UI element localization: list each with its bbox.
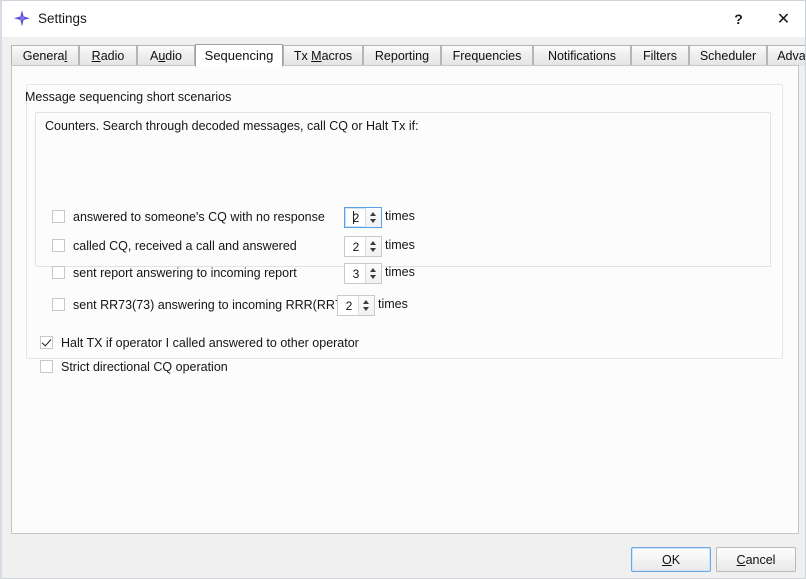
counter-spinbox-1[interactable]: 2 [344, 236, 382, 257]
settings-dialog-window: Settings ? ✕ General Radio Audio Sequencing… [0, 0, 806, 579]
counter-checkbox-1[interactable] [52, 239, 65, 252]
tab-general[interactable]: General [11, 45, 79, 66]
counter-value[interactable]: 2 [338, 296, 360, 315]
sequencing-tab-page: Message sequencing short scenarios Count… [11, 65, 799, 534]
tab-label: Advanced [777, 49, 806, 63]
tab-label: Audio [150, 49, 182, 63]
tab-label: Scheduler [699, 49, 757, 63]
tab-reporting[interactable]: Reporting [363, 45, 441, 66]
counter-spinbox-0[interactable]: 2 [344, 207, 382, 228]
ok-button-label: OK [661, 552, 681, 567]
counter-label: answered to someone's CQ with no respons… [73, 210, 325, 224]
counter-suffix: times [378, 297, 408, 311]
cancel-button-label: Cancel [736, 552, 776, 567]
counter-checkbox-2[interactable] [52, 266, 65, 279]
option-row: Halt TX if operator I called answered to… [40, 334, 540, 354]
counters-description: Counters. Search through decoded message… [45, 119, 419, 133]
counter-value[interactable]: 2 [345, 237, 367, 256]
spinner-buttons[interactable] [365, 208, 381, 227]
option-row: Strict directional CQ operation [40, 358, 540, 378]
tab-label: Reporting [374, 49, 430, 63]
settings-tab-bar: General Radio Audio Sequencing Tx Macros Repo… [11, 44, 805, 67]
tab-audio[interactable]: Audio [137, 45, 195, 66]
spinner-buttons[interactable] [365, 237, 381, 256]
ok-button[interactable]: OK [631, 547, 711, 572]
tab-label: General [22, 49, 68, 63]
counter-suffix: times [385, 209, 415, 223]
spinner-up-icon[interactable] [363, 300, 369, 304]
counter-label: sent RR73(73) answering to incoming RRR(… [73, 298, 353, 312]
tab-frequencies[interactable]: Frequencies [441, 45, 533, 66]
counter-spinbox-2[interactable]: 3 [344, 263, 382, 284]
tab-label: Radio [91, 49, 125, 63]
counter-value[interactable]: 3 [345, 264, 367, 283]
option-checkbox-1[interactable] [40, 360, 53, 373]
spinner-down-icon[interactable] [370, 248, 376, 252]
counter-checkbox-0[interactable] [52, 210, 65, 223]
message-sequencing-group-label: Message sequencing short scenarios [25, 90, 232, 104]
spinner-down-icon[interactable] [370, 219, 376, 223]
counter-row: called CQ, received a call and answered 2… [52, 236, 752, 257]
counter-spinbox-3[interactable]: 2 [337, 295, 375, 316]
sparkle-star-icon [14, 10, 30, 27]
tab-radio[interactable]: Radio [79, 45, 137, 66]
spinner-up-icon[interactable] [370, 212, 376, 216]
counter-suffix: times [385, 238, 415, 252]
spinner-down-icon[interactable] [363, 307, 369, 311]
counter-checkbox-3[interactable] [52, 298, 65, 311]
help-button[interactable]: ? [716, 1, 761, 37]
option-label: Halt TX if operator I called answered to… [61, 336, 359, 350]
window-title: Settings [38, 11, 87, 26]
counter-value[interactable]: 2 [345, 208, 367, 227]
tab-label: Sequencing [204, 48, 274, 63]
spinner-up-icon[interactable] [370, 268, 376, 272]
counter-row: answered to someone's CQ with no respons… [52, 207, 752, 228]
counter-label: sent report answering to incoming report [73, 266, 297, 280]
option-checkbox-0[interactable] [40, 336, 53, 349]
option-label: Strict directional CQ operation [61, 360, 228, 374]
tab-label: Frequencies [452, 49, 522, 63]
tab-label: Filters [642, 49, 678, 63]
title-bar: Settings ? ✕ [2, 1, 805, 37]
counter-row: sent RR73(73) answering to incoming RRR(… [52, 295, 752, 316]
tab-filters[interactable]: Filters [631, 45, 689, 66]
tab-advanced[interactable]: Advanced [767, 45, 806, 66]
cancel-button[interactable]: Cancel [716, 547, 796, 572]
tab-sequencing[interactable]: Sequencing [195, 44, 283, 67]
counter-suffix: times [385, 265, 415, 279]
tab-label: Tx Macros [293, 49, 353, 63]
tab-tx-macros[interactable]: Tx Macros [283, 45, 363, 66]
tab-label: Notifications [547, 49, 617, 63]
tab-scheduler[interactable]: Scheduler [689, 45, 767, 66]
spinner-up-icon[interactable] [370, 241, 376, 245]
close-button[interactable]: ✕ [761, 1, 805, 37]
tab-notifications[interactable]: Notifications [533, 45, 631, 66]
spinner-down-icon[interactable] [370, 275, 376, 279]
spinner-buttons[interactable] [358, 296, 374, 315]
spinner-buttons[interactable] [365, 264, 381, 283]
counter-row: sent report answering to incoming report… [52, 263, 752, 284]
counter-label: called CQ, received a call and answered [73, 239, 297, 253]
